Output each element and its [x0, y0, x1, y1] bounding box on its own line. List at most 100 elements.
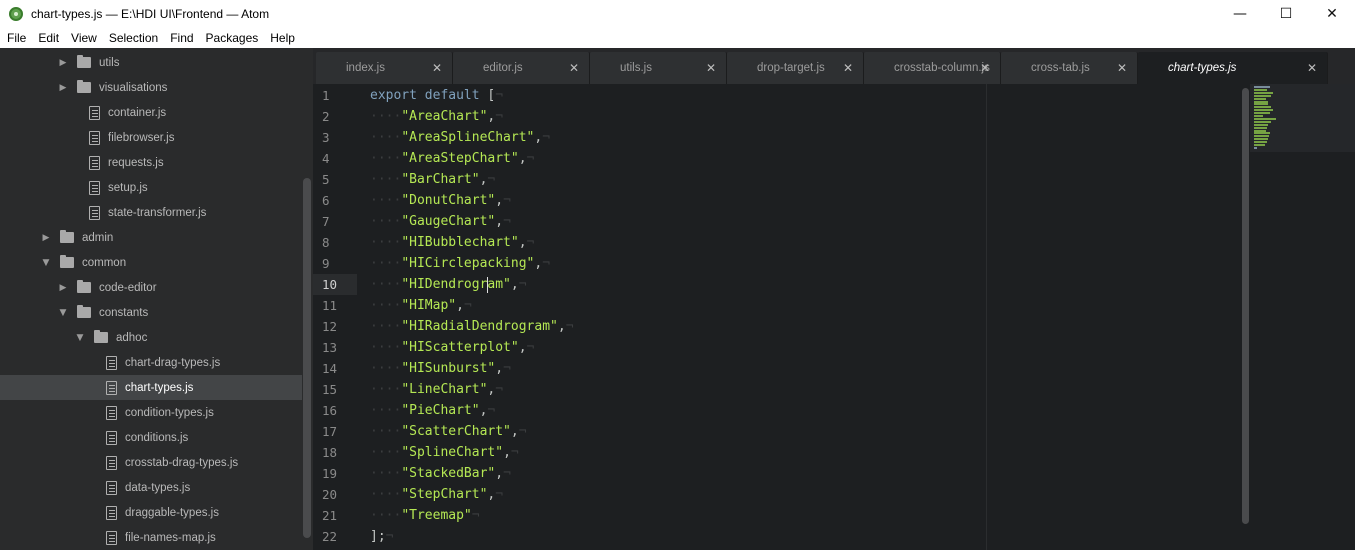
close-icon[interactable]: ✕ [1307, 61, 1317, 75]
code-line: ····"StepChart",¬ [370, 484, 503, 505]
string-literal: "LineChart" [401, 382, 488, 397]
file-icon [106, 480, 117, 495]
eol-marker: ¬ [495, 382, 504, 397]
chevron-right-icon[interactable]: ▶ [57, 82, 69, 94]
menu-help[interactable]: Help [263, 31, 300, 45]
close-icon[interactable]: ✕ [432, 61, 442, 75]
indent-marker: ···· [370, 130, 402, 145]
tab-cross-tab[interactable]: cross-tab.js ✕ [1001, 52, 1138, 84]
chevron-right-icon[interactable]: ▶ [40, 232, 52, 244]
tab-chart-types[interactable]: chart-types.js ✕ [1138, 52, 1328, 84]
minimap-line [1254, 126, 1267, 129]
code-editor[interactable]: export default [¬ ····"AreaChart",¬ ····"A… [370, 84, 1240, 550]
tree-folder[interactable]: ▶ admin [0, 225, 302, 250]
close-icon[interactable]: ✕ [706, 61, 716, 75]
maximize-button[interactable]: ☐ [1263, 0, 1309, 28]
tab-editor[interactable]: editor.js ✕ [453, 52, 590, 84]
close-window-button[interactable]: ✕ [1309, 0, 1355, 28]
menu-selection[interactable]: Selection [102, 31, 163, 45]
tree-file[interactable]: condition-types.js [0, 400, 302, 425]
menu-view[interactable]: View [64, 31, 102, 45]
indent-marker: ···· [370, 424, 402, 439]
eol-marker: ¬ [503, 466, 511, 481]
tree-scrollbar[interactable] [303, 178, 311, 538]
minimap-line [1254, 123, 1268, 126]
file-icon [106, 530, 117, 545]
tree-file[interactable]: chart-types.js [0, 375, 302, 400]
string-literal: "HIMap" [401, 298, 457, 313]
close-icon[interactable]: ✕ [980, 61, 990, 75]
indent-marker: ···· [370, 445, 402, 460]
tree-file[interactable]: chart-drag-types.js [0, 350, 302, 375]
tree-folder[interactable]: ▶ code-editor [0, 275, 302, 300]
eol-marker: ¬ [526, 340, 535, 355]
comma: , [557, 319, 566, 334]
tree-file[interactable]: data-types.js [0, 475, 302, 500]
tree-item-label: data-types.js [125, 481, 191, 494]
tree-file[interactable]: draggable-types.js [0, 500, 302, 525]
tree-file[interactable]: crosstab-drag-types.js [0, 450, 302, 475]
minimap-line [1254, 106, 1271, 109]
menu-file[interactable]: File [0, 31, 31, 45]
comma: , [495, 214, 504, 229]
chevron-down-icon[interactable]: ▼ [40, 257, 52, 269]
menu-packages[interactable]: Packages [199, 31, 264, 45]
tree-file[interactable]: filebrowser.js [0, 125, 302, 150]
tree-folder[interactable]: ▶ utils [0, 50, 302, 75]
chevron-down-icon[interactable]: ▼ [74, 332, 86, 344]
keyword-default: default [424, 88, 480, 103]
window-controls: — ☐ ✕ [1217, 0, 1355, 28]
tab-drop-target[interactable]: drop-target.js ✕ [727, 52, 864, 84]
chevron-right-icon[interactable]: ▶ [57, 282, 69, 294]
string-literal: "HICirclepacking" [401, 256, 535, 271]
close-icon[interactable]: ✕ [843, 61, 853, 75]
line-number: 22 [322, 529, 338, 544]
chevron-down-icon[interactable]: ▼ [57, 307, 69, 319]
indent-marker: ···· [370, 256, 402, 271]
menu-edit[interactable]: Edit [31, 31, 64, 45]
comma: , [495, 361, 504, 376]
tree-folder[interactable]: ▼ constants [0, 300, 302, 325]
tab-label: index.js [346, 62, 385, 74]
minimize-button[interactable]: — [1217, 0, 1263, 28]
indent-marker: ···· [370, 235, 402, 250]
line-number: 16 [322, 403, 338, 418]
tab-label: crosstab-column.js [894, 62, 990, 74]
tree-item-label: setup.js [108, 181, 148, 194]
editor-scrollbar[interactable] [1242, 88, 1249, 524]
code-line: ····"HISunburst",¬ [370, 358, 511, 379]
minimap-line [1254, 141, 1267, 144]
line-number: 18 [322, 445, 338, 460]
tab-index[interactable]: index.js ✕ [316, 52, 453, 84]
eol-marker: ¬ [463, 298, 472, 313]
line-number: 4 [322, 151, 330, 166]
minimap[interactable] [1250, 84, 1355, 152]
chevron-right-icon[interactable]: ▶ [57, 57, 69, 69]
indent-marker: ···· [370, 466, 402, 481]
tab-utils[interactable]: utils.js ✕ [590, 52, 727, 84]
line-number-gutter: 1 2 3 4 5 6 7 8 9 10 11 12 13 14 15 16 17 18 19 20 21 22 [313, 84, 357, 550]
minimap-line [1254, 132, 1270, 135]
comma: , [518, 151, 527, 166]
tree-folder[interactable]: ▶ visualisations [0, 75, 302, 100]
tab-crosstab-column[interactable]: crosstab-column.js ✕ [864, 52, 1001, 84]
file-icon [106, 405, 117, 420]
close-icon[interactable]: ✕ [569, 61, 579, 75]
tree-file[interactable]: requests.js [0, 150, 302, 175]
tree-folder[interactable]: ▼ common [0, 250, 302, 275]
string-literal: "StackedBar" [401, 466, 496, 481]
close-icon[interactable]: ✕ [1117, 61, 1127, 75]
tree-file[interactable]: file-names-map.js [0, 525, 302, 550]
line-number: 17 [322, 424, 338, 439]
tree-folder[interactable]: ▼ adhoc [0, 325, 302, 350]
code-line: ····"LineChart",¬ [370, 379, 503, 400]
tree-file[interactable]: container.js [0, 100, 302, 125]
indent-marker: ···· [370, 277, 402, 292]
tree-file[interactable]: state-transformer.js [0, 200, 302, 225]
tree-file[interactable]: conditions.js [0, 425, 302, 450]
menu-find[interactable]: Find [163, 31, 198, 45]
line-number: 20 [322, 487, 338, 502]
indent-marker: ···· [370, 109, 402, 124]
tree-file[interactable]: setup.js [0, 175, 302, 200]
comma: , [518, 340, 527, 355]
